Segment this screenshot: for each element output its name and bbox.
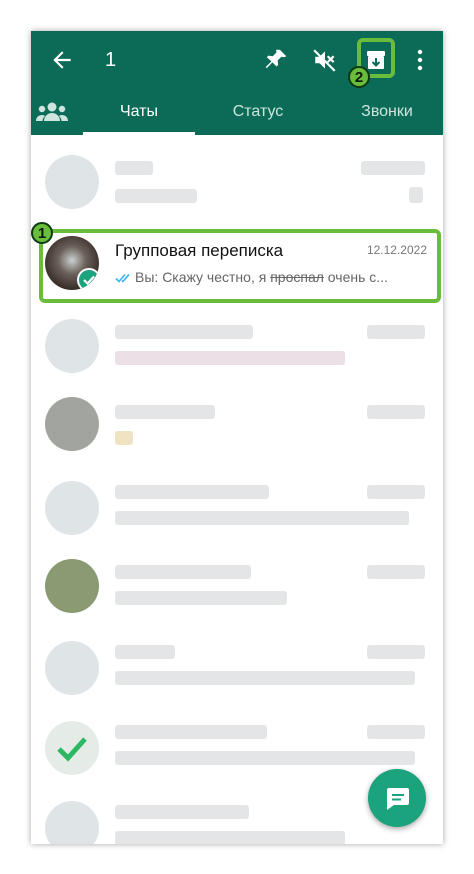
mute-icon[interactable]: [312, 47, 338, 73]
chat-row-blurred[interactable]: [31, 311, 443, 389]
tab-bar: Чаты Статус Звонки: [31, 89, 443, 135]
avatar-placeholder: [45, 155, 99, 209]
chat-row-blurred[interactable]: [31, 633, 443, 711]
chat-row-blurred[interactable]: [31, 473, 443, 551]
selected-count: 1: [105, 49, 117, 71]
back-arrow-icon[interactable]: [49, 47, 75, 73]
communities-icon[interactable]: [35, 99, 69, 125]
chat-highlight: [39, 229, 441, 303]
app-bar: 1 Чаты Статус Звонки: [31, 31, 443, 135]
active-tab-indicator: [83, 132, 195, 135]
step-marker-1: 1: [31, 222, 53, 244]
chat-row-blurred[interactable]: [31, 553, 443, 631]
new-chat-fab[interactable]: [368, 769, 426, 827]
chat-row-blurred[interactable]: [31, 393, 443, 471]
more-vert-icon[interactable]: [412, 47, 428, 73]
chat-row-blurred[interactable]: [31, 143, 443, 221]
phone-screen: 1 Чаты Статус Звонки Групповая переписка…: [31, 31, 443, 844]
pin-icon[interactable]: [263, 47, 289, 73]
tab-status[interactable]: Статус: [201, 89, 315, 135]
tab-chats[interactable]: Чаты: [83, 89, 195, 135]
step-marker-2: 2: [348, 66, 370, 88]
tab-calls[interactable]: Звонки: [331, 89, 443, 135]
selection-toolbar: 1: [31, 31, 443, 89]
message-icon: [387, 788, 409, 810]
